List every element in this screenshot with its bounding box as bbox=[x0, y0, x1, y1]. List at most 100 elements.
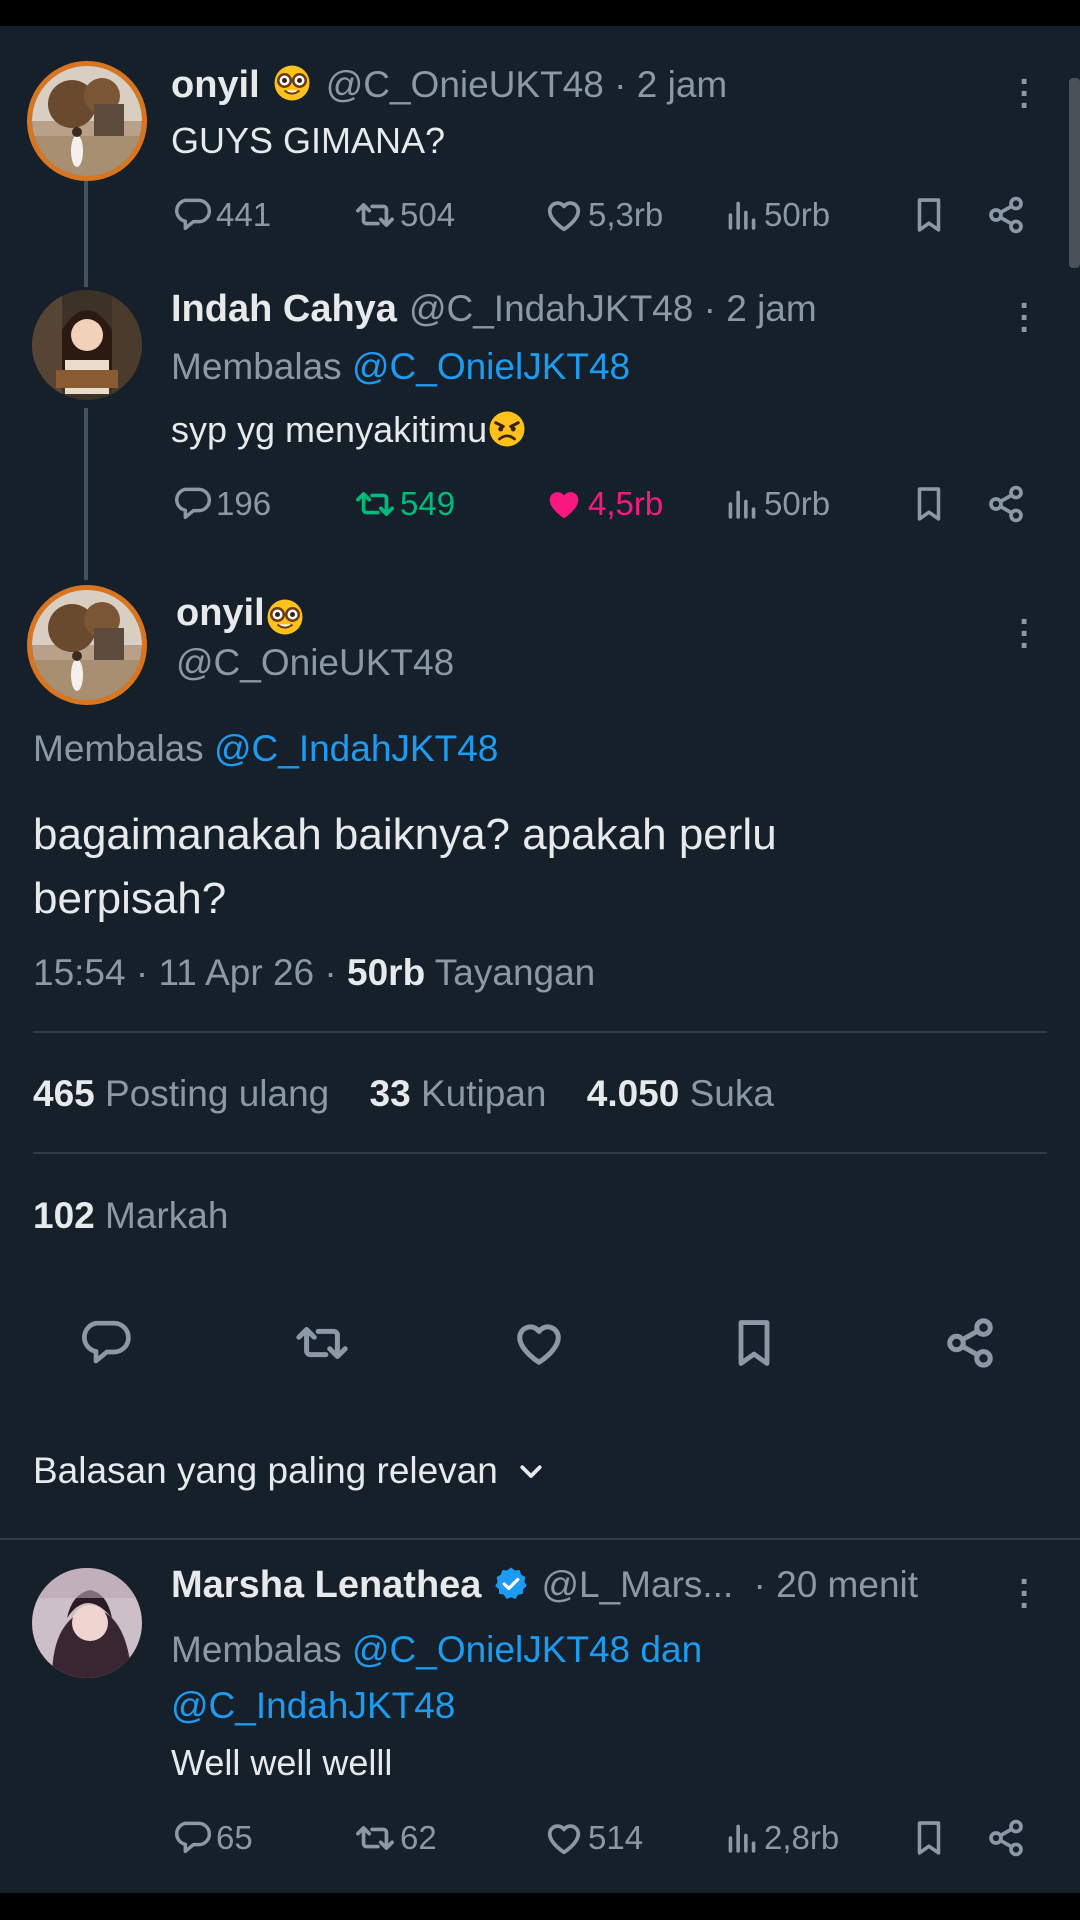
reply-context: Membalas @C_OnielJKT48 bbox=[171, 346, 630, 388]
heart-icon[interactable] bbox=[512, 1316, 566, 1370]
heart-icon bbox=[547, 201, 581, 232]
likes-stat[interactable]: 4.050 Suka bbox=[587, 1073, 774, 1114]
angry-face-emoji-icon bbox=[488, 410, 527, 449]
views-button[interactable]: 50rb bbox=[724, 195, 830, 235]
repost-icon bbox=[356, 203, 394, 227]
repost-button[interactable]: 62 bbox=[354, 1818, 437, 1858]
handle[interactable]: @C_IndahJKT48 bbox=[409, 288, 693, 329]
reply-button[interactable]: 441 bbox=[172, 195, 271, 235]
share-icon bbox=[989, 1819, 1023, 1857]
heart-filled-icon bbox=[549, 492, 579, 519]
reply-prefix: Membalas bbox=[171, 346, 342, 387]
views-count: 50rb bbox=[347, 952, 426, 993]
display-name[interactable]: Marsha Lenathea bbox=[171, 1564, 481, 1606]
bookmark-button[interactable] bbox=[910, 1818, 952, 1858]
nerd-face-emoji-icon bbox=[265, 598, 304, 636]
display-name[interactable]: onyil bbox=[171, 64, 260, 106]
tweet-text: Well well welll bbox=[171, 1742, 393, 1783]
views-icon bbox=[728, 490, 756, 519]
reply-context: Membalas @C_OnielJKT48 dan @C_IndahJKT48 bbox=[171, 1622, 702, 1734]
divider bbox=[33, 1031, 1047, 1033]
more-options-icon[interactable]: · · · bbox=[1010, 289, 1040, 347]
reply-icon bbox=[174, 487, 212, 520]
repost-button[interactable]: 549 bbox=[354, 484, 455, 524]
tweet2-header: Indah Cahya @C_IndahJKT48 · 2 jam bbox=[171, 288, 817, 331]
mention-link[interactable]: @C_OnielJKT48 dan bbox=[352, 1629, 702, 1670]
reply-prefix: Membalas bbox=[171, 1629, 342, 1670]
navigation-bar bbox=[0, 1893, 1080, 1920]
repost-icon[interactable] bbox=[294, 1316, 350, 1370]
views-icon bbox=[728, 201, 756, 230]
share-button[interactable] bbox=[986, 1818, 1030, 1858]
divider bbox=[0, 1538, 1080, 1540]
bookmarks-stat[interactable]: 102 Markah bbox=[33, 1195, 228, 1237]
avatar-indah[interactable] bbox=[32, 290, 142, 400]
like-button[interactable]: 4,5rb bbox=[544, 484, 663, 524]
like-button[interactable]: 514 bbox=[544, 1818, 643, 1858]
timestamp[interactable]: 15:54 · 11 Apr 26 · bbox=[33, 952, 347, 993]
tweet2-actions: 196 549 4,5rb 50rb bbox=[0, 484, 1080, 524]
share-icon[interactable] bbox=[943, 1316, 997, 1370]
timestamp[interactable]: · 2 jam bbox=[614, 64, 727, 105]
avatar-onyil[interactable] bbox=[32, 66, 142, 176]
reply-prefix: Membalas bbox=[33, 728, 204, 769]
tweet1-actions: 441 504 5,3rb 50rb bbox=[0, 195, 1080, 235]
display-name[interactable]: Indah Cahya bbox=[171, 288, 397, 330]
portrait-avatar-icon bbox=[32, 1568, 142, 1678]
divider bbox=[33, 1152, 1047, 1154]
share-icon bbox=[989, 485, 1023, 523]
tweet-text: GUYS GIMANA? bbox=[171, 120, 446, 161]
tweet1-header: onyil @C_OnieUKT48 · 2 jam bbox=[171, 64, 727, 107]
more-options-icon[interactable]: · · · bbox=[1010, 65, 1040, 123]
reply-button[interactable]: 65 bbox=[172, 1818, 253, 1858]
bookmark-icon[interactable] bbox=[728, 1316, 780, 1370]
views-label: Tayangan bbox=[425, 952, 596, 993]
more-options-icon[interactable]: · · · bbox=[1010, 1565, 1040, 1623]
tweet-meta: 15:54 · 11 Apr 26 · 50rb Tayangan bbox=[33, 952, 595, 994]
handle[interactable]: @L_Mars... bbox=[541, 1564, 733, 1605]
timestamp[interactable]: · 2 jam bbox=[704, 288, 817, 329]
repost-button[interactable]: 504 bbox=[354, 195, 455, 235]
share-button[interactable] bbox=[986, 484, 1030, 524]
tweet-text: syp yg menyakitimu bbox=[171, 409, 527, 451]
views-icon bbox=[728, 1824, 756, 1853]
mention-link[interactable]: @C_IndahJKT48 bbox=[171, 1685, 455, 1726]
handle[interactable]: @C_OnieUKT48 bbox=[326, 64, 604, 105]
nerd-face-emoji-icon bbox=[272, 64, 311, 102]
scrollbar[interactable] bbox=[1069, 78, 1080, 268]
reply-icon bbox=[174, 1821, 212, 1854]
sort-replies-dropdown[interactable]: Balasan yang paling relevan bbox=[33, 1450, 546, 1492]
engagement-stats: 465 Posting ulang 33 Kutipan 4.050 Suka bbox=[33, 1073, 774, 1115]
reply-icon[interactable] bbox=[78, 1316, 132, 1370]
views-button[interactable]: 2,8rb bbox=[724, 1818, 839, 1858]
bookmark-icon bbox=[917, 1821, 941, 1855]
reply-header: Marsha Lenathea @L_Mars... · 20 menit bbox=[171, 1564, 918, 1607]
views-button[interactable]: 50rb bbox=[724, 484, 830, 524]
bookmark-icon bbox=[917, 198, 941, 232]
reposts-stat[interactable]: 465 Posting ulang bbox=[33, 1073, 329, 1114]
bookmark-button[interactable] bbox=[910, 195, 952, 235]
reply-actions: 65 62 514 2,8rb bbox=[0, 1818, 1080, 1858]
mention-link[interactable]: @C_IndahJKT48 bbox=[214, 728, 498, 769]
share-icon bbox=[989, 196, 1023, 234]
verified-badge-icon bbox=[495, 1567, 528, 1600]
timestamp[interactable]: · 20 menit bbox=[754, 1564, 919, 1605]
share-button[interactable] bbox=[986, 195, 1030, 235]
bookmark-icon bbox=[917, 487, 941, 521]
display-name[interactable]: onyil bbox=[176, 592, 265, 634]
reply-button[interactable]: 196 bbox=[172, 484, 271, 524]
quotes-stat[interactable]: 33 Kutipan bbox=[370, 1073, 547, 1114]
bookmark-button[interactable] bbox=[910, 484, 952, 524]
main-author: onyil bbox=[176, 592, 305, 637]
reply-icon bbox=[174, 198, 212, 231]
illustrated-girl-avatar-icon bbox=[32, 290, 142, 400]
mention-link[interactable]: @C_OnielJKT48 bbox=[352, 346, 630, 387]
avatar-onyil[interactable] bbox=[32, 590, 142, 700]
main-actions bbox=[0, 1312, 1080, 1372]
like-button[interactable]: 5,3rb bbox=[544, 195, 663, 235]
heart-icon bbox=[547, 1824, 581, 1855]
landscape-avatar-icon bbox=[32, 66, 142, 176]
avatar-marsha[interactable] bbox=[32, 1568, 142, 1678]
handle[interactable]: @C_OnieUKT48 bbox=[176, 642, 454, 684]
more-options-icon[interactable]: · · · bbox=[1010, 605, 1040, 663]
